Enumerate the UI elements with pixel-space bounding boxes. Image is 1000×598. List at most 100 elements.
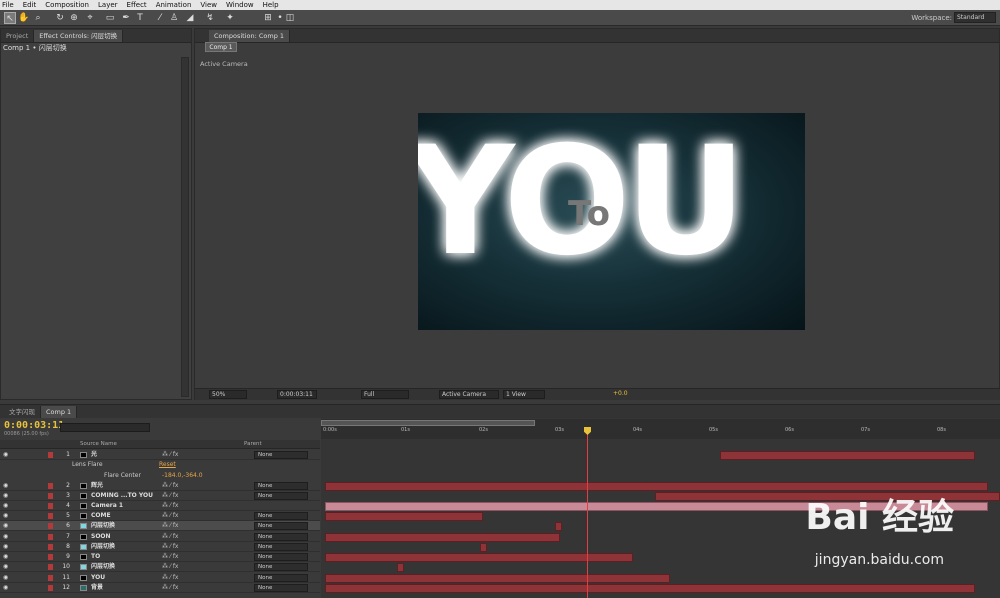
label-color-chip[interactable] [48,503,53,509]
left-panel-scrollbar[interactable] [181,57,189,397]
camera-orbit-icon[interactable]: ⊕ [68,12,80,24]
layer-row[interactable]: ◉ 12 背景 ⁂ ⁄ fx None [0,583,320,593]
label-color-chip[interactable] [48,493,53,499]
layer-duration-bar[interactable] [325,584,975,593]
layer-row[interactable]: ◉ 7 SOON ⁂ ⁄ fx None [0,532,320,542]
comp-breadcrumb[interactable]: Comp 1 [205,42,237,52]
eye-icon[interactable]: ◉ [3,491,8,501]
layer-name[interactable]: TO [91,552,100,562]
label-color-chip[interactable] [48,554,53,560]
work-area-bar[interactable] [321,420,535,426]
eye-icon[interactable]: ◉ [3,501,8,511]
layer-row[interactable]: ◉ 2 辉光 ⁂ ⁄ fx None [0,481,320,491]
zoom-tool-icon[interactable]: ⌕ [32,12,44,24]
layer-duration-bar[interactable] [325,512,483,521]
layer-name[interactable]: 光 [91,450,97,460]
parent-select[interactable]: None [254,512,308,520]
parent-select[interactable]: None [254,563,308,571]
layer-row[interactable]: ◉ 1 光 ⁂ ⁄ fx None [0,450,320,460]
workspace-select[interactable]: Standard [954,12,996,23]
layer-name[interactable]: 闪层切换 [91,542,115,552]
rotate-tool-icon[interactable]: ↻ [54,12,66,24]
label-color-chip[interactable] [48,513,53,519]
layer-row[interactable]: ◉ 8 闪层切换 ⁂ ⁄ fx None [0,542,320,552]
layer-switches[interactable]: ⁂ ⁄ fx [162,481,178,491]
current-time-display[interactable]: 0:00:03:11 [277,390,317,399]
eye-icon[interactable]: ◉ [3,542,8,552]
layer-switches[interactable]: ⁂ ⁄ fx [162,583,178,593]
menu-composition[interactable]: Composition [45,1,89,9]
rectangle-mask-icon[interactable]: ▭ [104,12,116,24]
layer-name[interactable]: 辉光 [91,481,103,491]
layer-name[interactable]: 闪层切换 [91,562,115,572]
pan-behind-icon[interactable]: ⌖ [84,12,96,24]
layer-switches[interactable]: ⁂ ⁄ fx [162,542,178,552]
layer-row[interactable]: ◉ 9 TO ⁂ ⁄ fx None [0,552,320,562]
layer-name[interactable]: YOU [91,573,105,583]
eye-icon[interactable]: ◉ [3,562,8,572]
layer-switches[interactable]: ⁂ ⁄ fx [162,532,178,542]
layer-switches[interactable]: ⁂ ⁄ fx [162,511,178,521]
eye-icon[interactable]: ◉ [3,532,8,542]
pen-tool-icon[interactable]: ✒ [120,12,132,24]
menu-effect[interactable]: Effect [127,1,147,9]
label-color-chip[interactable] [48,483,53,489]
axis-mode-icon[interactable]: ⊞ [262,12,274,24]
flare-center-value[interactable]: -184.0,-364.0 [162,472,203,479]
resolution-select[interactable]: Full [361,390,409,399]
layer-row[interactable]: ◉ 6 闪层切换 ⁂ ⁄ fx None [0,521,320,531]
tab-comp1[interactable]: Comp 1 [41,406,78,418]
tab-composition[interactable]: Composition: Comp 1 [209,30,291,42]
parent-select[interactable]: None [254,543,308,551]
source-name-header[interactable]: Source Name [80,441,117,447]
parent-select[interactable]: None [254,584,308,592]
tab-text-flash[interactable]: 文字闪现 [4,406,41,418]
eye-icon[interactable]: ◉ [3,552,8,562]
eye-icon[interactable]: ◉ [3,521,8,531]
eye-icon[interactable]: ◉ [3,573,8,583]
layer-switches[interactable]: ⁂ ⁄ fx [162,562,178,572]
menu-window[interactable]: Window [226,1,254,9]
layer-duration-bar[interactable] [325,533,560,542]
exposure-value[interactable]: +0.0 [613,390,628,397]
menu-view[interactable]: View [200,1,217,9]
eye-icon[interactable]: ◉ [3,450,8,460]
layer-search-input[interactable] [60,423,150,432]
layer-switches[interactable]: ⁂ ⁄ fx [162,521,178,531]
eye-icon[interactable]: ◉ [3,481,8,491]
menu-file[interactable]: File [2,1,14,9]
layer-row[interactable]: ◉ 10 闪层切换 ⁂ ⁄ fx None [0,562,320,572]
menu-animation[interactable]: Animation [156,1,192,9]
tab-project[interactable]: Project [1,30,35,42]
brush-tool-icon[interactable]: ⁄ [154,12,166,24]
hand-tool-icon[interactable]: ✋ [18,12,30,24]
parent-select[interactable]: None [254,533,308,541]
label-color-chip[interactable] [48,585,53,591]
camera-select[interactable]: Active Camera [439,390,499,399]
layer-row[interactable]: ◉ 4 Camera 1 ⁂ ⁄ fx [0,501,320,511]
tab-effect-controls[interactable]: Effect Controls: 闪层切换 [34,30,124,42]
view-axis-icon[interactable]: ◫ [284,12,296,24]
layer-name[interactable]: 背景 [91,583,103,593]
current-time-indicator[interactable] [587,427,588,598]
layer-name[interactable]: COME [91,511,111,521]
layer-switches[interactable]: ⁂ ⁄ fx [162,501,178,511]
layer-switches[interactable]: ⁂ ⁄ fx [162,450,178,460]
effect-reset-link[interactable]: Reset [159,461,176,468]
parent-select[interactable]: None [254,451,308,459]
zoom-select[interactable]: 50% [209,390,247,399]
type-tool-icon[interactable]: T [134,12,146,24]
layer-switches[interactable]: ⁂ ⁄ fx [162,552,178,562]
view-layout-select[interactable]: 1 View [503,390,545,399]
layer-name[interactable]: COMING ...TO YOU [91,491,153,501]
parent-select[interactable]: None [254,492,308,500]
label-color-chip[interactable] [48,564,53,570]
menu-help[interactable]: Help [263,1,279,9]
layer-duration-bar[interactable] [720,451,975,460]
parent-select[interactable]: None [254,574,308,582]
menu-edit[interactable]: Edit [23,1,37,9]
selection-tool-icon[interactable]: ↖ [4,12,16,24]
roto-brush-icon[interactable]: ↯ [204,12,216,24]
composition-viewer[interactable]: YOU To [418,113,805,330]
layer-duration-bar[interactable] [555,522,562,531]
